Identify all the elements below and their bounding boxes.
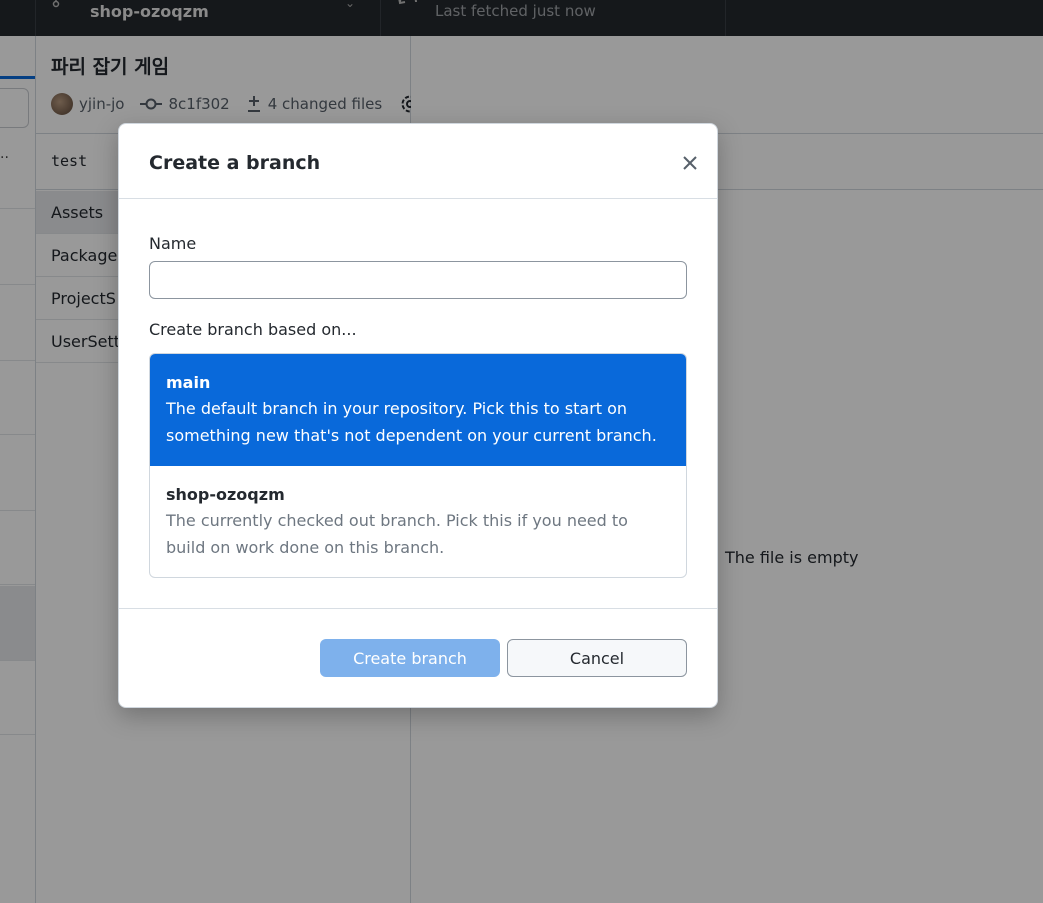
branch-option-main[interactable]: main The default branch in your reposito… <box>150 354 686 466</box>
close-icon[interactable] <box>679 152 701 174</box>
branch-name-input[interactable] <box>149 261 687 299</box>
dialog-header-divider <box>119 198 717 199</box>
branch-option-name: shop-ozoqzm <box>166 485 285 504</box>
dialog-footer-divider <box>119 608 717 609</box>
based-on-label: Create branch based on... <box>149 320 357 339</box>
cancel-button[interactable]: Cancel <box>507 639 687 677</box>
branch-option-name: main <box>166 373 211 392</box>
branch-option-description: The currently checked out branch. Pick t… <box>166 511 628 557</box>
branch-option-description: The default branch in your repository. P… <box>166 399 657 445</box>
name-label: Name <box>149 234 197 253</box>
create-branch-dialog: Create a branch Name Create branch based… <box>118 123 718 708</box>
create-branch-button[interactable]: Create branch <box>320 639 500 677</box>
dialog-title: Create a branch <box>149 152 321 174</box>
branch-option-current[interactable]: shop-ozoqzm The currently checked out br… <box>150 466 686 577</box>
base-branch-list: main The default branch in your reposito… <box>149 353 687 578</box>
